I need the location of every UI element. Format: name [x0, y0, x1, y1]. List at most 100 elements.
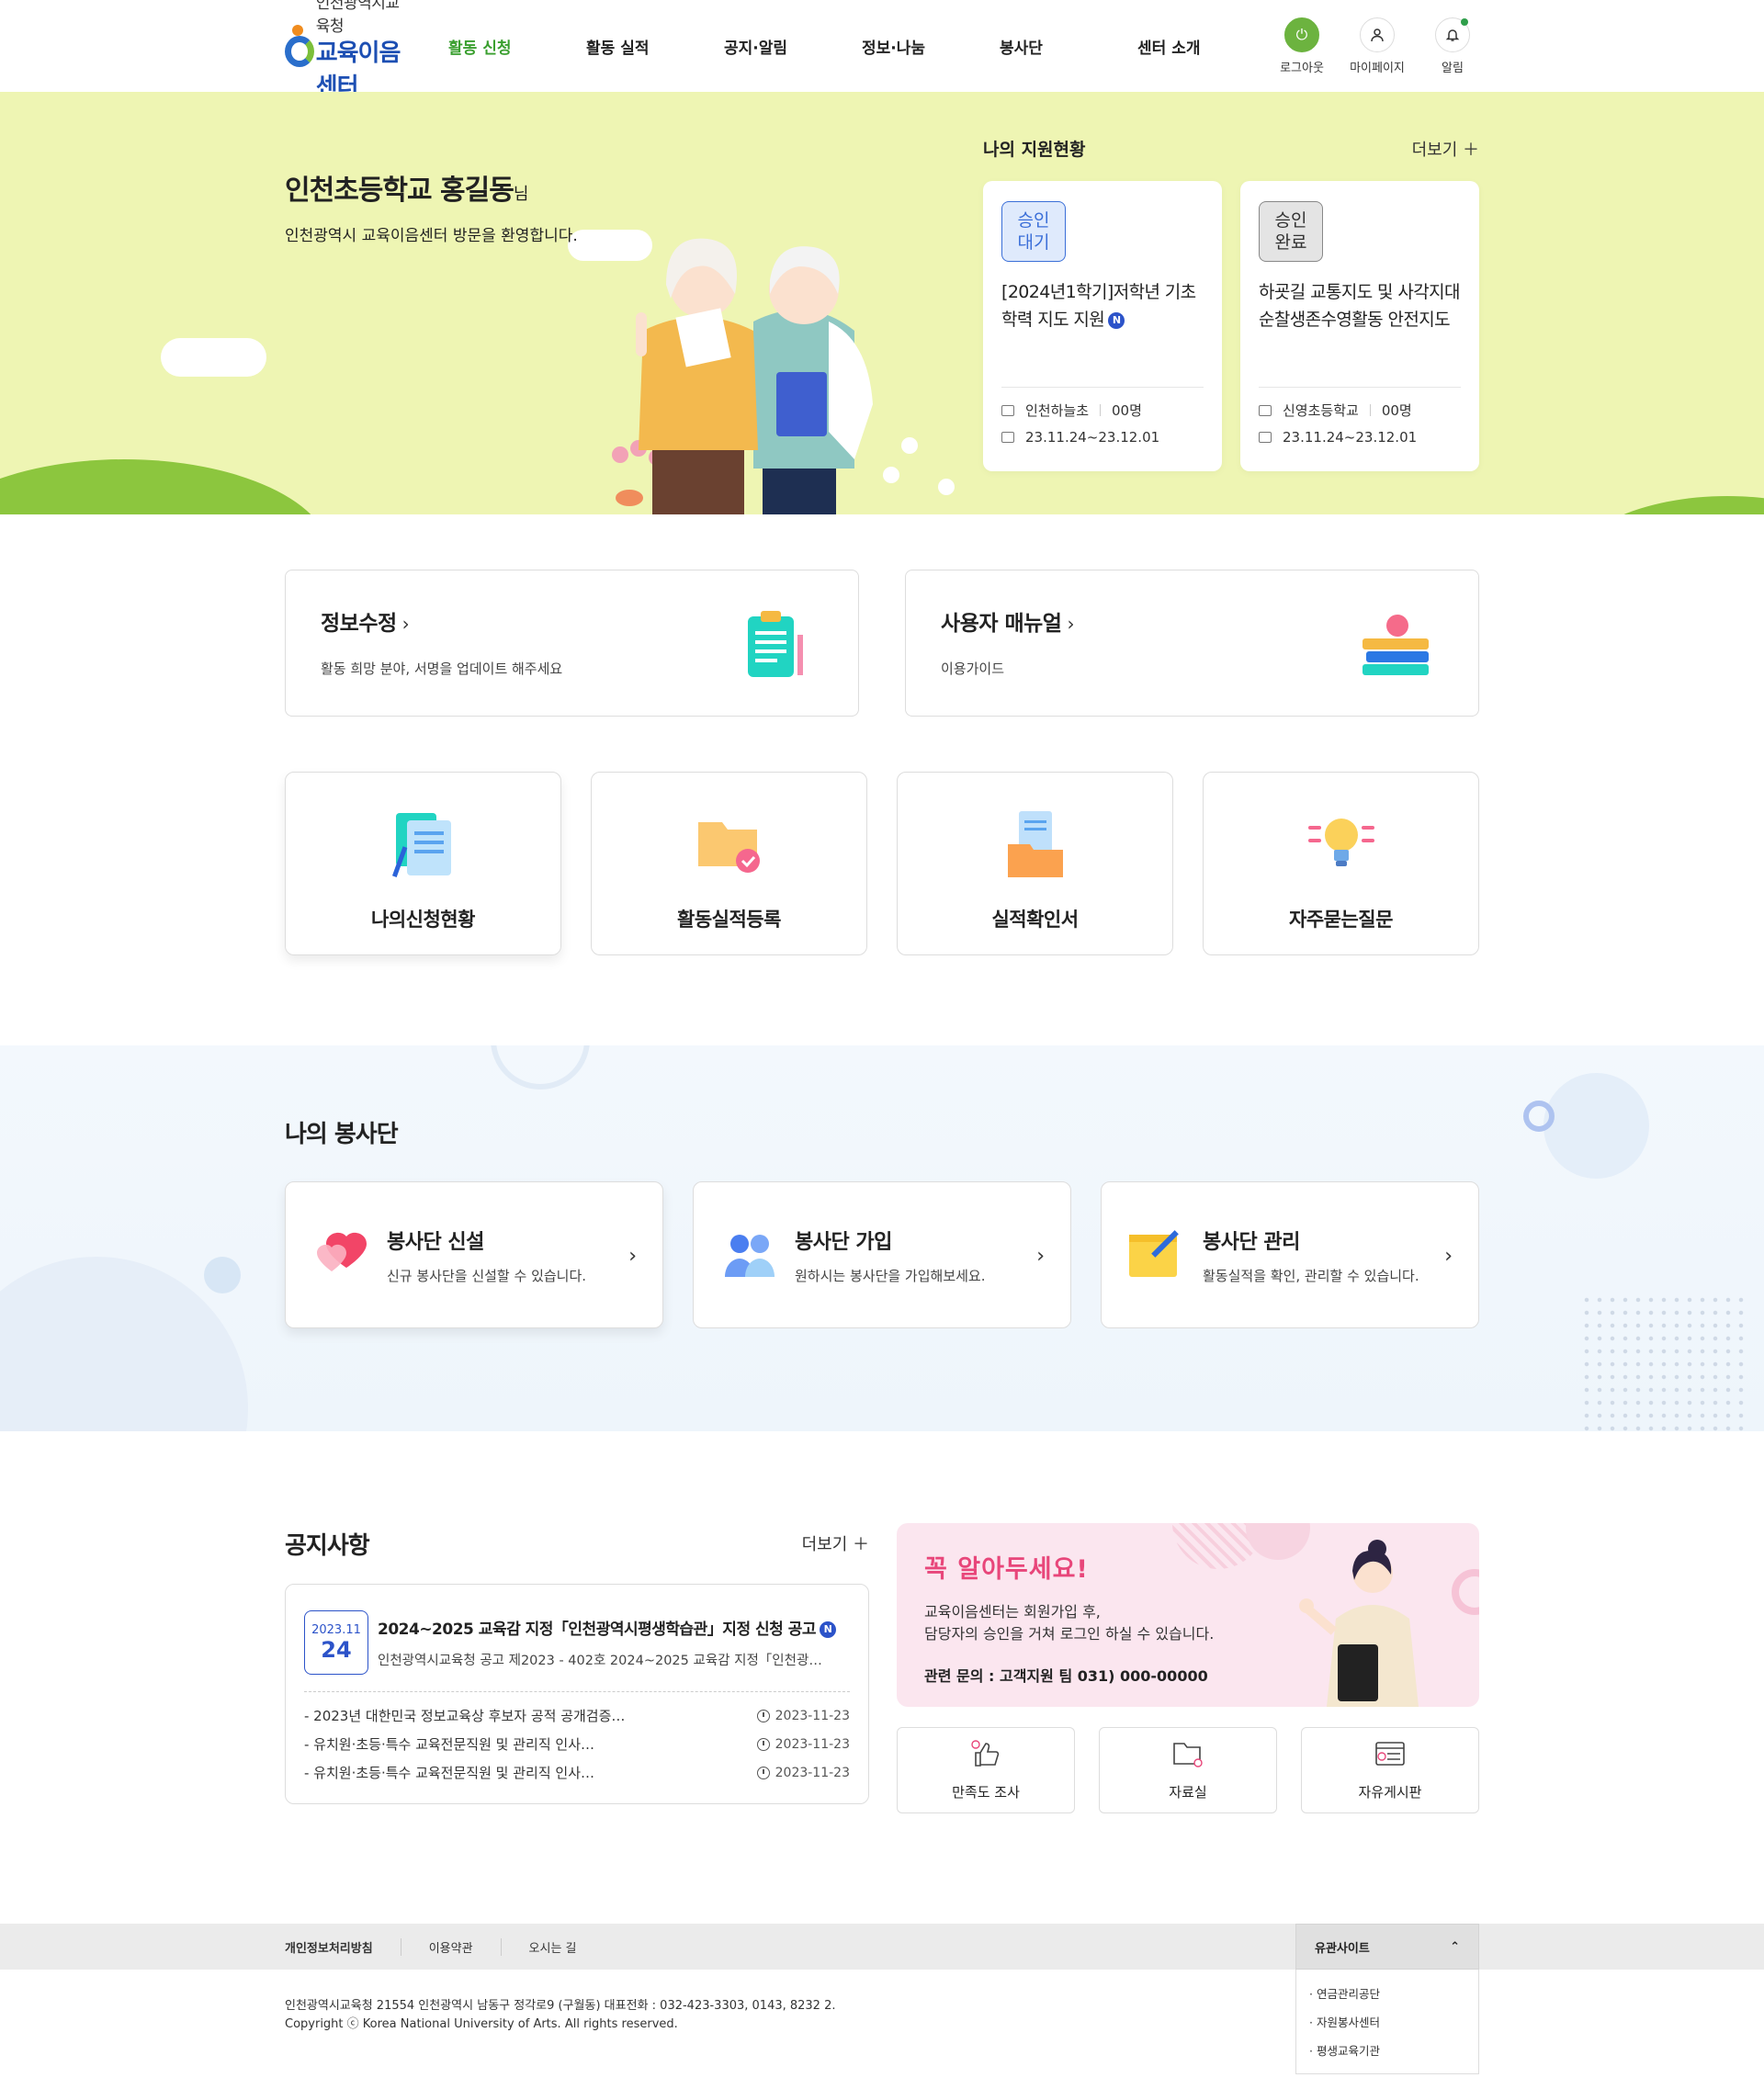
hill-decoration [1571, 496, 1764, 514]
menu-faq[interactable]: 자주묻는질문 [1203, 772, 1479, 955]
hero-section: 인천초등학교 홍길동님 인천광역시 교육이음센터 방문을 환영합니다. 나의 지… [0, 92, 1764, 514]
featured-notice-summary: 인천광역시교육청 공고 제2023 - 402호 2024~2025 교육감 지… [378, 1654, 822, 1668]
new-badge: N [820, 1621, 836, 1638]
footer-info: 인천광역시교육청 21554 인천광역시 남동구 정각로9 (구월동) 대표전화… [285, 1970, 1479, 2071]
welcome-message: 인천광역시 교육이음센터 방문을 환영합니다. [285, 227, 578, 245]
nav-about[interactable]: 센터 소개 [1137, 35, 1275, 58]
volunteer-card-desc: 신규 봉사단을 신설할 수 있습니다. [387, 1267, 587, 1284]
clock-icon [756, 1709, 770, 1722]
user-manual-card[interactable]: 사용자 매뉴얼 › 이용가이드 [905, 570, 1479, 717]
site-header: 인천광역시교육청 교육이음센터 활동 신청 활동 실적 공지·알림 정보·나눔 … [0, 0, 1764, 101]
volunteer-title: 나의 봉사단 [285, 1121, 399, 1148]
volunteer-create-card[interactable]: 봉사단 신설 신규 봉사단을 신설할 수 있습니다. › [285, 1181, 663, 1328]
nav-notice[interactable]: 공지·알림 [724, 35, 862, 58]
logo-subtitle: 인천광역시교육청 [315, 0, 400, 36]
terms-link[interactable]: 이용약관 [400, 1937, 501, 1956]
lightbulb-icon [1305, 807, 1378, 881]
notice-more-link[interactable]: 더보기 ＋ [802, 1531, 869, 1555]
notice-box: 2023.11 24 2024~2025 교육감 지정「인천광역시평생학습관」지… [285, 1584, 869, 1804]
alert-button[interactable]: 알림 [1426, 17, 1479, 75]
notice-item[interactable]: - 유치원·초등·특수 교육전문직원 및 관리직 인사… 2023-11-23 [304, 1758, 850, 1787]
status-more-link[interactable]: 더보기 ＋ [1412, 137, 1479, 161]
menu-label: 실적확인서 [991, 909, 1079, 931]
note-pen-icon [1125, 1227, 1190, 1282]
directions-link[interactable]: 오시는 길 [500, 1937, 605, 1956]
hero-illustration [579, 211, 965, 514]
board-icon [1374, 1740, 1406, 1771]
nav-activity-record[interactable]: 활동 실적 [586, 35, 724, 58]
alert-label: 알림 [1442, 61, 1464, 75]
bg-circle [204, 1257, 241, 1293]
volunteer-card-title: 봉사단 관리 [1203, 1230, 1300, 1254]
school-name: 신영초등학교 [1283, 402, 1359, 419]
volunteer-join-card[interactable]: 봉사단 가입 원하시는 봉사단을 가입해보세요. › [693, 1181, 1071, 1328]
chevron-right-icon: › [401, 613, 410, 635]
info-edit-card[interactable]: 정보수정 › 활동 희망 분야, 서명을 업데이트 해주세요 [285, 570, 859, 717]
clipboard-icon [739, 607, 812, 681]
survey-button[interactable]: 만족도 조사 [897, 1727, 1075, 1813]
application-status: 나의 지원현황 더보기 ＋ 승인 대기 [2024년1학기]저학년 기초학력 지도… [983, 136, 1479, 471]
volunteer-manage-card[interactable]: 봉사단 관리 활동실적을 확인, 관리할 수 있습니다. › [1101, 1181, 1479, 1328]
featured-notice[interactable]: 2023.11 24 2024~2025 교육감 지정「인천광역시평생학습관」지… [304, 1610, 850, 1692]
headcount: 00명 [1112, 402, 1142, 419]
school-icon [1259, 404, 1272, 416]
nav-activity-apply[interactable]: 활동 신청 [448, 35, 586, 58]
nav-info-share[interactable]: 정보·나눔 [862, 35, 1000, 58]
power-icon: ⏻ [1284, 17, 1319, 52]
calendar-icon [1259, 432, 1272, 443]
documents-icon [387, 807, 460, 881]
period: 23.11.24~23.12.01 [1025, 429, 1160, 446]
thumbs-up-icon [970, 1739, 1001, 1771]
hill-decoration [0, 459, 331, 514]
books-icon [1359, 607, 1432, 681]
status-badge: 승인 대기 [1001, 201, 1066, 262]
folder-check-icon [693, 807, 766, 881]
free-board-label: 자유게시판 [1358, 1783, 1422, 1801]
staff-illustration [1290, 1536, 1437, 1707]
notice-list: - 2023년 대한민국 정보교육상 후보자 공적 공개검증… 2023-11-2… [304, 1701, 850, 1787]
notice-title: 공지사항 [285, 1531, 370, 1560]
bg-ring [1523, 1101, 1555, 1132]
status-card-title: [2024년1학기]저학년 기초학력 지도 지원 N [1001, 282, 1196, 330]
site-footer: 개인정보처리방침 이용약관 오시는 길 유관사이트 ⌃ · 연금관리공단 · 자원… [0, 1924, 1764, 2074]
bg-circle [1544, 1073, 1649, 1179]
archive-label: 자료실 [1169, 1783, 1207, 1801]
menu-certificate[interactable]: 실적확인서 [897, 772, 1173, 955]
status-title: 나의 지원현황 [983, 140, 1086, 160]
mypage-label: 마이페이지 [1350, 61, 1405, 75]
cloud-decoration [161, 338, 266, 377]
info-edit-title: 정보수정 [321, 612, 397, 636]
volunteer-card-desc: 원하시는 봉사단을 가입해보세요. [795, 1267, 986, 1284]
alert-dot [1461, 17, 1468, 26]
user-manual-title: 사용자 매뉴얼 [941, 612, 1062, 636]
archive-button[interactable]: 자료실 [1099, 1727, 1277, 1813]
menu-my-applications[interactable]: 나의신청현황 [285, 772, 561, 955]
notice-item[interactable]: - 2023년 대한민국 정보교육상 후보자 공적 공개검증… 2023-11-2… [304, 1701, 850, 1730]
menu-label: 자주묻는질문 [1289, 909, 1393, 931]
school-icon [1001, 404, 1014, 416]
clock-icon [756, 1766, 770, 1779]
nav-volunteer[interactable]: 봉사단 [1000, 35, 1137, 58]
status-card[interactable]: 승인 완료 하굣길 교통지도 및 사각지대 순찰생존수영활동 안전지도 신영초등학… [1240, 181, 1479, 471]
user-icon [1360, 17, 1395, 52]
free-board-button[interactable]: 자유게시판 [1301, 1727, 1479, 1813]
notice-item[interactable]: - 유치원·초등·특수 교육전문직원 및 관리직 인사… 2023-11-23 [304, 1730, 850, 1758]
privacy-policy-link[interactable]: 개인정보처리방침 [285, 1938, 401, 1956]
volunteer-card-desc: 활동실적을 확인, 관리할 수 있습니다. [1203, 1267, 1419, 1284]
menu-activity-register[interactable]: 활동실적등록 [591, 772, 867, 955]
info-banner: 꼭 알아두세요! 교육이음센터는 회원가입 후, 담당자의 승인을 거쳐 로그인 … [897, 1523, 1479, 1707]
period: 23.11.24~23.12.01 [1283, 429, 1418, 446]
chevron-right-icon: › [1036, 1245, 1045, 1268]
dot-pattern [1580, 1293, 1746, 1431]
survey-label: 만족도 조사 [952, 1783, 1020, 1801]
mypage-button[interactable]: 마이페이지 [1350, 17, 1405, 75]
status-card-title: 하굣길 교통지도 및 사각지대 순찰생존수영활동 안전지도 [1259, 282, 1460, 330]
logout-button[interactable]: ⏻ 로그아웃 [1275, 17, 1329, 75]
status-card[interactable]: 승인 대기 [2024년1학기]저학년 기초학력 지도 지원 N 인천하늘초 00명 … [983, 181, 1222, 471]
site-logo[interactable]: 인천광역시교육청 교육이음센터 [285, 0, 406, 102]
quick-menu-section: 정보수정 › 활동 희망 분야, 서명을 업데이트 해주세요 사용자 매뉴얼 › 이… [0, 514, 1764, 955]
status-badge: 승인 완료 [1259, 201, 1323, 262]
bell-icon [1435, 17, 1470, 52]
related-sites-title: 유관사이트 [1315, 1941, 1370, 1956]
hearts-icon [310, 1227, 374, 1282]
